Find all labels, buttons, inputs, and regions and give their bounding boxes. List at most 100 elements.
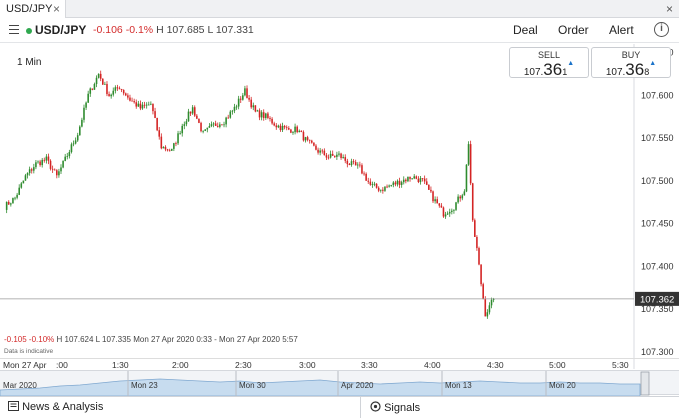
buy-button[interactable]: BUY 107.368▲ [591,47,671,80]
candle-body [210,124,213,127]
range-navigator[interactable]: Mar 2020 Mon 23 Mon 30 Apr 2020 Mon 13 M… [0,370,679,396]
candle-body [30,169,33,171]
y-tick-label: 107.450 [641,219,674,229]
candle-body [225,117,227,125]
footer-change: -0.105 [4,335,27,344]
candle-body [221,124,223,126]
navigator-label: Mar 2020 [3,381,37,390]
candle-body [469,144,472,184]
candle-body [369,181,372,185]
candle-body [480,264,482,285]
y-tick-label: 107.300 [641,347,674,357]
info-icon[interactable]: i [654,22,669,37]
candle-body [438,203,441,206]
candle-body [85,102,87,108]
candle-body [189,111,192,114]
candle-body [279,125,282,131]
candle-body [262,112,265,118]
candle-body [214,123,217,126]
candle-body [10,203,12,205]
candle-body [187,111,190,122]
price-chart-area[interactable]: 107.650107.600107.550107.500107.450107.4… [0,44,679,369]
candle-body [200,122,202,132]
candle-body [160,136,163,149]
market-open-indicator [26,28,32,34]
navigator-label: Apr 2020 [341,381,374,390]
candle-body [99,73,102,79]
window-close-icon[interactable]: × [666,0,673,18]
candle-body [329,153,332,158]
candle-body [5,201,8,210]
candle-body [321,150,324,152]
candle-body [22,180,25,184]
time-label: :00 [56,360,68,370]
y-tick-label: 107.400 [641,261,674,271]
candle-body [139,103,142,109]
candle-body [474,220,476,237]
navigator-label: Mon 13 [445,381,472,390]
candle-body [137,103,140,107]
candle-body [20,183,23,188]
navigator-label: Mon 30 [239,381,266,390]
candle-body [56,170,58,176]
candle-body [206,127,209,130]
buy-price: 107.368▲ [592,60,670,80]
candle-body [396,180,399,185]
buy-price-pip: 8 [644,67,650,77]
deal-button[interactable]: Deal [513,23,538,37]
buy-label: BUY [621,50,641,60]
candle-body [256,110,259,112]
footer-low: L 107.335 [95,335,131,344]
candle-body [482,284,484,300]
candle-body [285,127,288,129]
signals-tab[interactable]: Signals [370,401,420,414]
candle-body [296,126,298,133]
candlestick-chart[interactable]: 107.650107.600107.550107.500107.450107.4… [0,44,679,369]
candle-body [388,185,390,187]
candle-body [394,182,397,185]
candle-body [451,210,453,212]
time-label: 1:30 [112,360,129,370]
candle-body [340,153,342,159]
candle-body [66,156,69,157]
candle-body [484,299,487,317]
candle-body [379,189,382,191]
candle-body [202,130,204,132]
candle-body [463,191,466,196]
candle-body [323,150,326,156]
candle-body [453,209,455,211]
candle-body [304,137,307,141]
candle-body [235,106,238,108]
order-button[interactable]: Order [558,23,589,37]
candle-body [175,143,177,144]
candle-body [145,104,148,106]
candle-body [198,118,200,123]
interval-selector[interactable]: 1 Min [17,57,41,68]
candle-body [193,107,196,116]
y-tick-label: 107.550 [641,133,674,143]
menu-icon[interactable] [9,25,19,34]
tab-close-icon[interactable]: × [53,0,60,18]
sell-label: SELL [537,50,561,60]
alert-button[interactable]: Alert [609,23,634,37]
chart-summary: -0.105 -0.10% H 107.624 L 107.335 Mon 27… [4,335,298,344]
news-analysis-tab[interactable]: News & Analysis [8,401,103,413]
candle-body [173,143,175,149]
candle-body [398,180,401,185]
candle-body [24,175,27,181]
candle-body [375,183,378,188]
tab-usdjpy[interactable]: USD/JPY × [0,0,66,18]
candle-body [455,202,457,210]
sell-button[interactable]: SELL 107.361▲ [509,47,589,79]
candle-body [417,178,420,183]
instrument-symbol[interactable]: USD/JPY [35,23,86,37]
candle-body [177,133,179,144]
candle-body [51,168,54,170]
data-indicative-note: Data is indicative [4,348,54,355]
candle-body [135,102,138,107]
candle-body [444,214,447,217]
signals-label: Signals [384,402,421,414]
candle-body [122,89,125,94]
candle-body [250,99,252,108]
candle-body [248,97,250,100]
